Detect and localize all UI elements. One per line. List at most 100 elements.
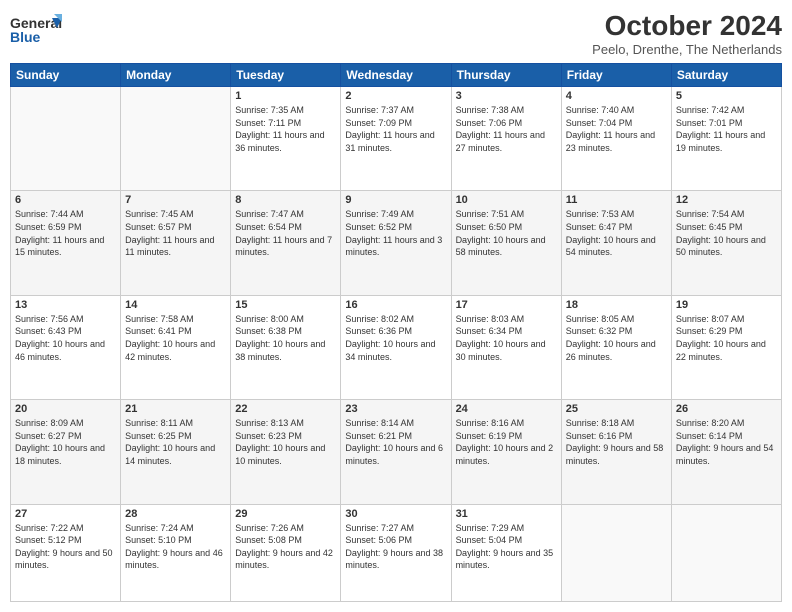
day-number: 4 [566,90,667,102]
day-info: Sunrise: 8:11 AM Sunset: 6:25 PM Dayligh… [125,417,226,467]
day-info: Sunrise: 7:54 AM Sunset: 6:45 PM Dayligh… [676,208,777,258]
calendar-cell: 14 Sunrise: 7:58 AM Sunset: 6:41 PM Dayli… [121,295,231,399]
calendar-cell: 5Sunrise: 7:42 AM Sunset: 7:01 PM Daylig… [671,87,781,191]
day-info: Sunrise: 7:45 AM Sunset: 6:57 PM Dayligh… [125,208,226,258]
day-info: Sunrise: 8:07 AM Sunset: 6:29 PM Dayligh… [676,313,777,363]
day-info: Sunrise: 8:00 AM Sunset: 6:38 PM Dayligh… [235,313,336,363]
calendar-cell: 31 Sunrise: 7:29 AM Sunset: 5:04 PM Dayli… [451,504,561,601]
day-number: 27 [15,508,116,520]
weekday-header-sunday: Sunday [11,64,121,87]
day-info: Sunrise: 7:51 AM Sunset: 6:50 PM Dayligh… [456,208,557,258]
calendar-cell: 22 Sunrise: 8:13 AM Sunset: 6:23 PM Dayli… [231,400,341,504]
day-info: Sunrise: 7:53 AM Sunset: 6:47 PM Dayligh… [566,208,667,258]
day-number: 2 [345,90,446,102]
day-info: Sunrise: 7:40 AM Sunset: 7:04 PM Dayligh… [566,104,667,154]
calendar-cell: 28Sunrise: 7:24 AM Sunset: 5:10 PM Dayli… [121,504,231,601]
day-info: Sunrise: 7:58 AM Sunset: 6:41 PM Dayligh… [125,313,226,363]
calendar-cell: 17Sunrise: 8:03 AM Sunset: 6:34 PM Dayli… [451,295,561,399]
calendar-cell: 13 Sunrise: 7:56 AM Sunset: 6:43 PM Dayli… [11,295,121,399]
calendar-cell: 27 Sunrise: 7:22 AM Sunset: 5:12 PM Dayli… [11,504,121,601]
day-number: 31 [456,508,557,520]
weekday-header-friday: Friday [561,64,671,87]
calendar-cell: 30 Sunrise: 7:27 AM Sunset: 5:06 PM Dayli… [341,504,451,601]
calendar-cell: 23 Sunrise: 8:14 AM Sunset: 6:21 PM Dayli… [341,400,451,504]
day-number: 22 [235,403,336,415]
weekday-header-thursday: Thursday [451,64,561,87]
calendar-week-row: 1 Sunrise: 7:35 AM Sunset: 7:11 PM Daylig… [11,87,782,191]
day-number: 23 [345,403,446,415]
day-number: 12 [676,194,777,206]
calendar-cell: 18 Sunrise: 8:05 AM Sunset: 6:32 PM Dayli… [561,295,671,399]
day-info: Sunrise: 7:38 AM Sunset: 7:06 PM Dayligh… [456,104,557,154]
month-title: October 2024 [592,10,782,42]
weekday-header-tuesday: Tuesday [231,64,341,87]
day-info: Sunrise: 8:09 AM Sunset: 6:27 PM Dayligh… [15,417,116,467]
calendar-cell: 8Sunrise: 7:47 AM Sunset: 6:54 PM Daylig… [231,191,341,295]
day-number: 19 [676,299,777,311]
calendar-week-row: 27 Sunrise: 7:22 AM Sunset: 5:12 PM Dayli… [11,504,782,601]
calendar-cell: 3Sunrise: 7:38 AM Sunset: 7:06 PM Daylig… [451,87,561,191]
day-number: 11 [566,194,667,206]
day-number: 20 [15,403,116,415]
location: Peelo, Drenthe, The Netherlands [592,42,782,57]
calendar-cell: 4 Sunrise: 7:40 AM Sunset: 7:04 PM Daylig… [561,87,671,191]
weekday-header-monday: Monday [121,64,231,87]
calendar-cell: 21 Sunrise: 8:11 AM Sunset: 6:25 PM Dayli… [121,400,231,504]
calendar-table: SundayMondayTuesdayWednesdayThursdayFrid… [10,63,782,602]
day-number: 10 [456,194,557,206]
day-info: Sunrise: 8:18 AM Sunset: 6:16 PM Dayligh… [566,417,667,467]
day-info: Sunrise: 8:02 AM Sunset: 6:36 PM Dayligh… [345,313,446,363]
day-number: 8 [235,194,336,206]
calendar-cell [561,504,671,601]
day-info: Sunrise: 8:03 AM Sunset: 6:34 PM Dayligh… [456,313,557,363]
calendar-cell: 25Sunrise: 8:18 AM Sunset: 6:16 PM Dayli… [561,400,671,504]
day-number: 9 [345,194,446,206]
logo-icon: General Blue [10,10,62,52]
day-number: 14 [125,299,226,311]
day-number: 7 [125,194,226,206]
day-info: Sunrise: 7:37 AM Sunset: 7:09 PM Dayligh… [345,104,446,154]
day-info: Sunrise: 8:20 AM Sunset: 6:14 PM Dayligh… [676,417,777,467]
day-info: Sunrise: 7:22 AM Sunset: 5:12 PM Dayligh… [15,522,116,572]
day-info: Sunrise: 7:42 AM Sunset: 7:01 PM Dayligh… [676,104,777,154]
weekday-header-row: SundayMondayTuesdayWednesdayThursdayFrid… [11,64,782,87]
calendar-cell: 16Sunrise: 8:02 AM Sunset: 6:36 PM Dayli… [341,295,451,399]
weekday-header-saturday: Saturday [671,64,781,87]
calendar-cell: 12 Sunrise: 7:54 AM Sunset: 6:45 PM Dayli… [671,191,781,295]
day-number: 21 [125,403,226,415]
day-info: Sunrise: 8:13 AM Sunset: 6:23 PM Dayligh… [235,417,336,467]
calendar-cell: 7 Sunrise: 7:45 AM Sunset: 6:57 PM Daylig… [121,191,231,295]
calendar-cell: 9 Sunrise: 7:49 AM Sunset: 6:52 PM Daylig… [341,191,451,295]
day-info: Sunrise: 7:27 AM Sunset: 5:06 PM Dayligh… [345,522,446,572]
calendar-cell: 6 Sunrise: 7:44 AM Sunset: 6:59 PM Daylig… [11,191,121,295]
day-info: Sunrise: 7:29 AM Sunset: 5:04 PM Dayligh… [456,522,557,572]
day-number: 29 [235,508,336,520]
logo: General Blue [10,10,62,52]
day-number: 30 [345,508,446,520]
day-info: Sunrise: 7:56 AM Sunset: 6:43 PM Dayligh… [15,313,116,363]
calendar-cell: 20 Sunrise: 8:09 AM Sunset: 6:27 PM Dayli… [11,400,121,504]
calendar-week-row: 6 Sunrise: 7:44 AM Sunset: 6:59 PM Daylig… [11,191,782,295]
header: General Blue October 2024 Peelo, Drenthe… [10,10,782,57]
calendar-cell: 26 Sunrise: 8:20 AM Sunset: 6:14 PM Dayli… [671,400,781,504]
calendar-week-row: 20 Sunrise: 8:09 AM Sunset: 6:27 PM Dayli… [11,400,782,504]
calendar-cell: 11 Sunrise: 7:53 AM Sunset: 6:47 PM Dayli… [561,191,671,295]
day-number: 18 [566,299,667,311]
calendar-cell [11,87,121,191]
calendar-cell [671,504,781,601]
day-number: 13 [15,299,116,311]
calendar-cell [121,87,231,191]
day-info: Sunrise: 8:16 AM Sunset: 6:19 PM Dayligh… [456,417,557,467]
day-info: Sunrise: 8:05 AM Sunset: 6:32 PM Dayligh… [566,313,667,363]
day-number: 1 [235,90,336,102]
calendar-cell: 1 Sunrise: 7:35 AM Sunset: 7:11 PM Daylig… [231,87,341,191]
calendar-cell: 2 Sunrise: 7:37 AM Sunset: 7:09 PM Daylig… [341,87,451,191]
day-info: Sunrise: 7:44 AM Sunset: 6:59 PM Dayligh… [15,208,116,258]
day-number: 26 [676,403,777,415]
day-info: Sunrise: 7:35 AM Sunset: 7:11 PM Dayligh… [235,104,336,154]
weekday-header-wednesday: Wednesday [341,64,451,87]
day-number: 24 [456,403,557,415]
day-number: 6 [15,194,116,206]
day-info: Sunrise: 8:14 AM Sunset: 6:21 PM Dayligh… [345,417,446,467]
day-info: Sunrise: 7:49 AM Sunset: 6:52 PM Dayligh… [345,208,446,258]
